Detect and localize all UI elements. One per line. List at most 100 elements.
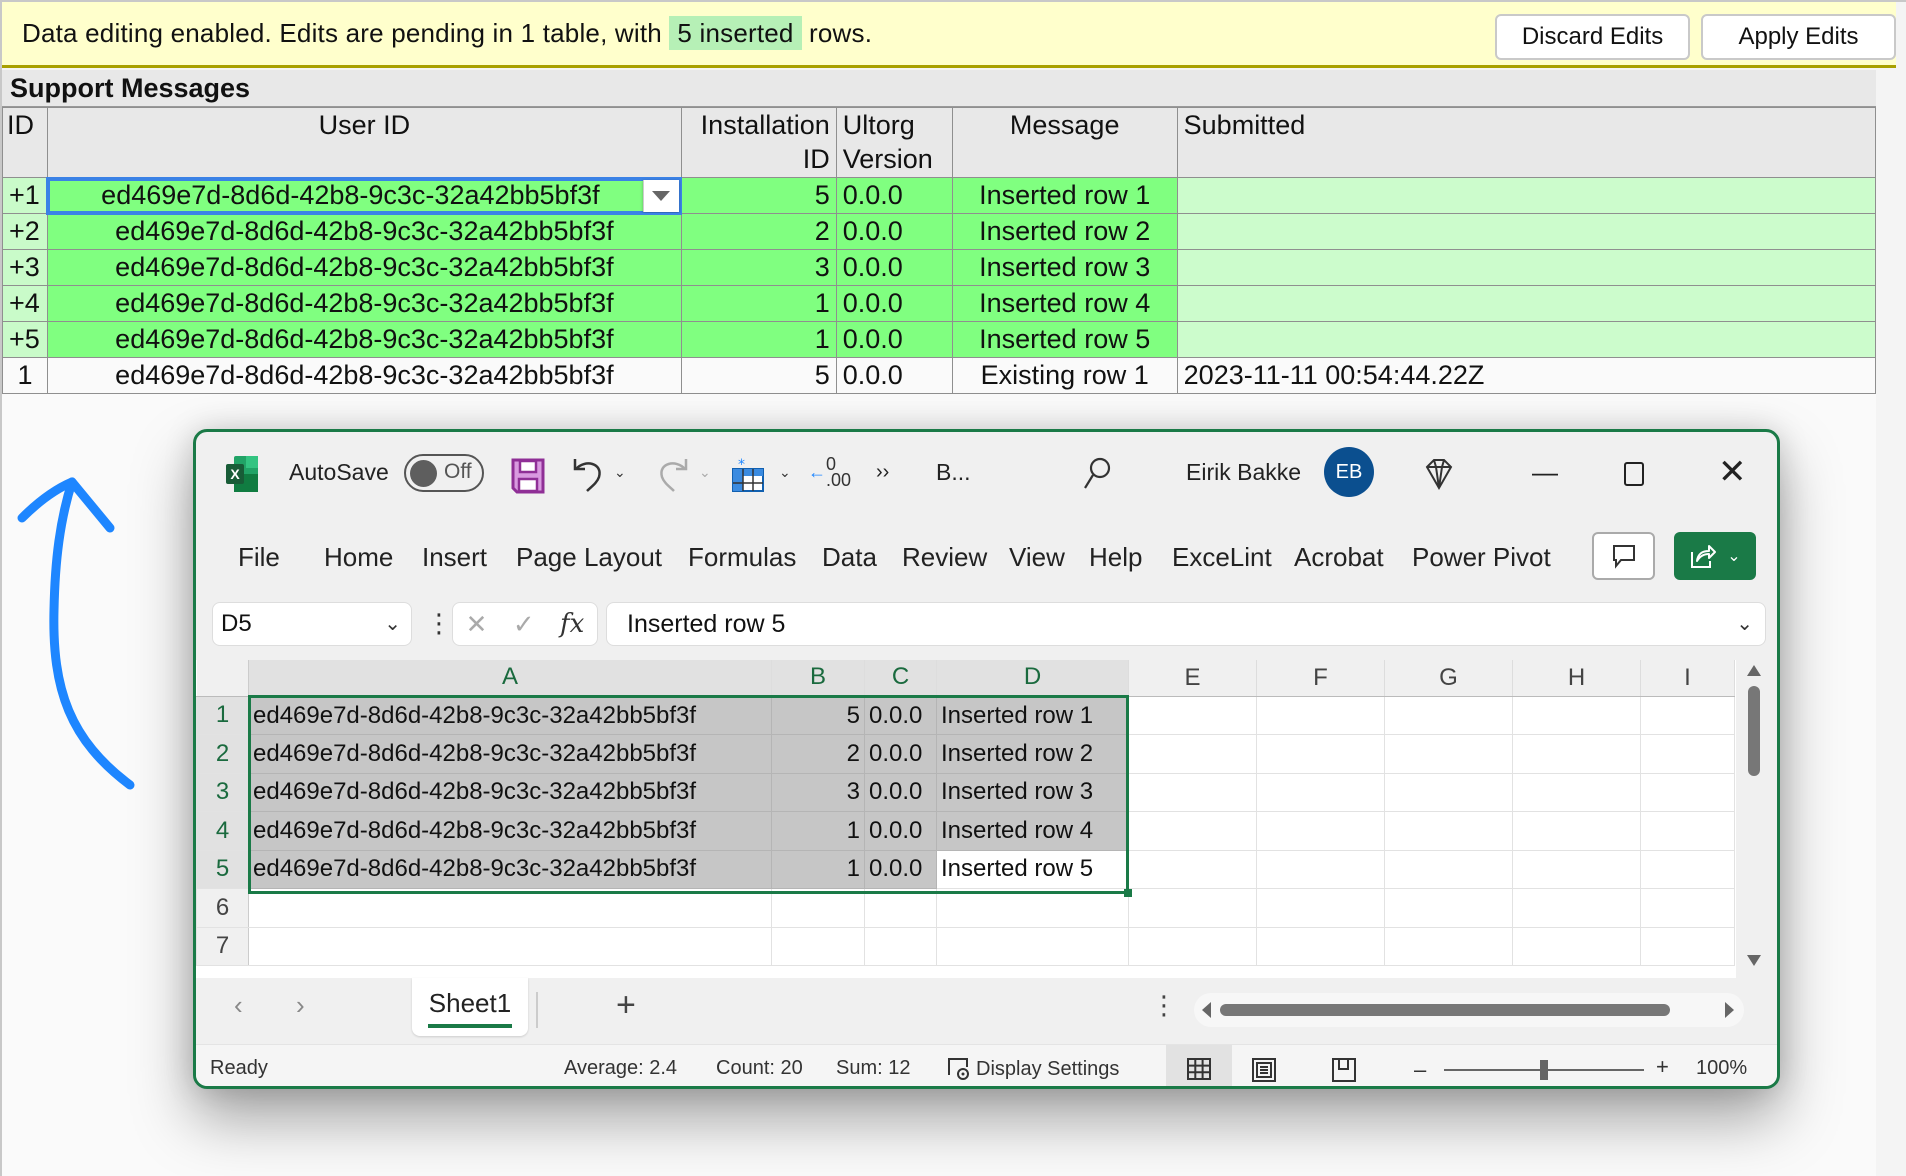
installation-id-cell[interactable]: 5 xyxy=(680,177,837,214)
comments-button[interactable] xyxy=(1592,532,1655,580)
freeze-panes-icon[interactable]: * xyxy=(731,456,765,496)
cell[interactable] xyxy=(864,888,937,928)
formula-input[interactable]: Inserted row 5 ⌄ xyxy=(606,602,1766,646)
submitted-cell[interactable] xyxy=(1176,249,1877,286)
normal-view-button[interactable] xyxy=(1166,1045,1232,1086)
version-cell[interactable]: 0.0.0 xyxy=(835,213,953,250)
cell[interactable]: 0.0.0 xyxy=(864,811,937,851)
cell[interactable]: ed469e7d-8d6d-42b8-9c3c-32a42bb5bf3f xyxy=(248,772,772,812)
cell[interactable]: 3 xyxy=(771,772,865,812)
cell[interactable]: 2 xyxy=(771,734,865,774)
version-cell[interactable]: 0.0.0 xyxy=(835,177,953,214)
user-id-cell[interactable]: ed469e7d-8d6d-42b8-9c3c-32a42bb5bf3f xyxy=(46,321,682,358)
tab-view[interactable]: View xyxy=(1009,542,1065,573)
active-cell[interactable]: Inserted row 5 xyxy=(936,849,1129,889)
autosave-toggle[interactable]: Off xyxy=(404,454,484,492)
previous-sheet-icon[interactable]: ‹ xyxy=(234,990,243,1021)
submitted-cell[interactable] xyxy=(1176,213,1877,250)
tab-formulas[interactable]: Formulas xyxy=(688,542,796,573)
cell[interactable] xyxy=(1128,772,1257,812)
dropdown-arrow-icon[interactable] xyxy=(642,180,679,212)
decrease-decimal-icon[interactable]: ← 0.00 xyxy=(808,452,851,492)
add-sheet-icon[interactable]: + xyxy=(616,986,636,1025)
tab-data[interactable]: Data xyxy=(822,542,877,573)
cell[interactable] xyxy=(1512,888,1641,928)
cell[interactable] xyxy=(1384,888,1513,928)
tab-split-handle-icon[interactable]: ⋮ xyxy=(1151,990,1177,1021)
minimize-icon[interactable]: — xyxy=(1532,452,1558,492)
status-sum[interactable]: Sum: 12 xyxy=(836,1057,910,1080)
tab-home[interactable]: Home xyxy=(324,542,393,573)
cell[interactable] xyxy=(1256,772,1385,812)
tab-acrobat[interactable]: Acrobat xyxy=(1294,542,1384,573)
cell[interactable]: 1 xyxy=(771,811,865,851)
cell[interactable] xyxy=(1256,811,1385,851)
zoom-out-icon[interactable]: – xyxy=(1414,1057,1426,1083)
user-name[interactable]: Eirik Bakke xyxy=(1186,452,1301,492)
tab-excelint[interactable]: ExceLint xyxy=(1172,542,1272,573)
column-header-c[interactable]: C xyxy=(864,660,937,698)
redo-dropdown-icon[interactable]: ⌄ xyxy=(699,452,711,492)
cell[interactable]: ed469e7d-8d6d-42b8-9c3c-32a42bb5bf3f xyxy=(248,695,772,735)
select-all-corner[interactable] xyxy=(196,660,249,697)
table-row[interactable]: +2 ed469e7d-8d6d-42b8-9c3c-32a42bb5bf3f … xyxy=(2,213,1877,250)
column-header-h[interactable]: H xyxy=(1512,660,1641,697)
submitted-cell[interactable]: 2023-11-11 00:54:44.22Z xyxy=(1176,357,1877,394)
save-icon[interactable] xyxy=(511,456,545,496)
submitted-cell[interactable] xyxy=(1176,285,1877,322)
cell[interactable]: Inserted row 2 xyxy=(936,734,1129,774)
expand-formula-bar-icon[interactable]: ⌄ xyxy=(1736,603,1753,645)
zoom-level[interactable]: 100% xyxy=(1696,1057,1747,1080)
status-average[interactable]: Average: 2.4 xyxy=(564,1057,677,1080)
cell[interactable] xyxy=(1512,811,1641,851)
page-layout-view-icon[interactable] xyxy=(1251,1057,1277,1083)
display-settings-button[interactable]: Display Settings xyxy=(946,1057,1119,1081)
version-cell[interactable]: 0.0.0 xyxy=(835,321,953,358)
cell[interactable] xyxy=(771,888,865,928)
cell[interactable]: ed469e7d-8d6d-42b8-9c3c-32a42bb5bf3f xyxy=(248,734,772,774)
version-cell[interactable]: 0.0.0 xyxy=(835,285,953,322)
cell[interactable] xyxy=(1256,888,1385,928)
share-button[interactable]: ⌄ xyxy=(1674,532,1756,580)
message-cell[interactable]: Inserted row 2 xyxy=(951,213,1178,250)
formula-bar-options-icon[interactable]: ⋮ xyxy=(426,608,452,639)
cell[interactable] xyxy=(1256,695,1385,735)
row-header[interactable]: 7 xyxy=(196,926,249,966)
premium-diamond-icon[interactable] xyxy=(1422,454,1456,494)
cell[interactable]: ed469e7d-8d6d-42b8-9c3c-32a42bb5bf3f xyxy=(248,849,772,889)
cell[interactable]: Inserted row 4 xyxy=(936,811,1129,851)
cell[interactable] xyxy=(1128,811,1257,851)
cell[interactable] xyxy=(1640,695,1735,735)
table-row[interactable]: 1 ed469e7d-8d6d-42b8-9c3c-32a42bb5bf3f 5… xyxy=(2,357,1877,394)
tab-page-layout[interactable]: Page Layout xyxy=(516,542,662,573)
version-cell[interactable]: 0.0.0 xyxy=(835,357,953,394)
row-header[interactable]: 5 xyxy=(196,849,249,889)
column-header-i[interactable]: I xyxy=(1640,660,1735,697)
column-header-d[interactable]: D xyxy=(936,660,1129,698)
status-count[interactable]: Count: 20 xyxy=(716,1057,803,1080)
cell[interactable] xyxy=(1256,926,1385,966)
cell[interactable]: 0.0.0 xyxy=(864,849,937,889)
column-header-f[interactable]: F xyxy=(1256,660,1385,697)
table-row[interactable]: +5 ed469e7d-8d6d-42b8-9c3c-32a42bb5bf3f … xyxy=(2,321,1877,358)
next-sheet-icon[interactable]: › xyxy=(296,990,305,1021)
installation-id-cell[interactable]: 1 xyxy=(680,285,837,322)
column-header-b[interactable]: B xyxy=(771,660,865,698)
cell[interactable] xyxy=(1384,849,1513,889)
cell[interactable] xyxy=(1512,695,1641,735)
column-header-g[interactable]: G xyxy=(1384,660,1513,697)
more-commands-icon[interactable]: ›› xyxy=(876,452,889,492)
submitted-cell[interactable] xyxy=(1176,177,1877,214)
cell[interactable]: Inserted row 3 xyxy=(936,772,1129,812)
cell[interactable]: 5 xyxy=(771,695,865,735)
cell[interactable] xyxy=(1256,849,1385,889)
cell[interactable]: Inserted row 1 xyxy=(936,695,1129,735)
cell[interactable] xyxy=(1128,849,1257,889)
search-icon[interactable] xyxy=(1082,454,1112,494)
installation-id-cell[interactable]: 3 xyxy=(680,249,837,286)
file-name[interactable]: B... xyxy=(936,452,971,492)
cell[interactable] xyxy=(1640,926,1735,966)
redo-icon[interactable] xyxy=(656,454,690,494)
cell[interactable]: ed469e7d-8d6d-42b8-9c3c-32a42bb5bf3f xyxy=(248,811,772,851)
message-cell[interactable]: Inserted row 1 xyxy=(951,177,1178,214)
